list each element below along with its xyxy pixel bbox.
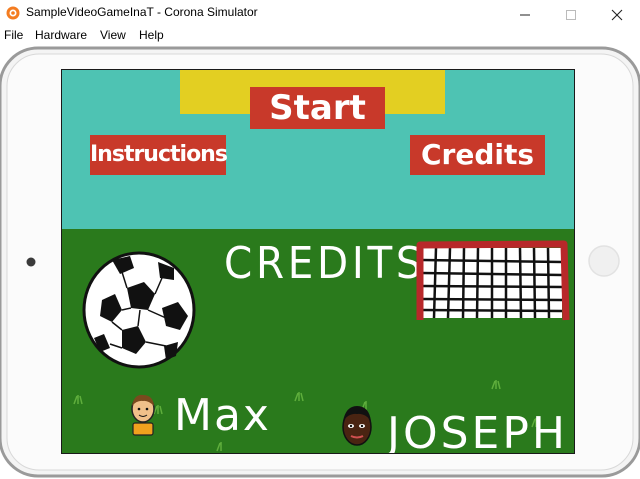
minimize-button[interactable] bbox=[502, 0, 548, 27]
menu-help[interactable]: Help bbox=[139, 28, 164, 42]
credits-button[interactable]: Credits bbox=[410, 135, 545, 175]
maximize-icon bbox=[566, 9, 576, 20]
menu-bar: File Hardware View Help bbox=[0, 27, 640, 46]
window-title: SampleVideoGameInaT - Corona Simulator bbox=[26, 5, 258, 19]
menu-hardware[interactable]: Hardware bbox=[35, 28, 87, 42]
soccer-ball-icon bbox=[82, 251, 196, 369]
corona-app-icon bbox=[6, 6, 20, 20]
person-name-max: Max bbox=[174, 390, 271, 441]
maximize-button[interactable] bbox=[548, 0, 594, 27]
avatar-max bbox=[131, 394, 155, 436]
person-name-joseph: JOSEPH bbox=[387, 408, 568, 454]
avatar-joseph bbox=[342, 406, 372, 446]
start-button[interactable]: Start bbox=[250, 87, 385, 129]
menu-view[interactable]: View bbox=[100, 28, 126, 42]
credits-heading: CREDITS bbox=[224, 238, 426, 289]
game-screen: Start Instructions Credits CREDITS Max J… bbox=[61, 69, 575, 454]
close-icon bbox=[611, 9, 623, 20]
close-button[interactable] bbox=[594, 0, 640, 27]
front-camera-icon bbox=[26, 257, 36, 267]
window-titlebar[interactable]: SampleVideoGameInaT - Corona Simulator bbox=[0, 0, 640, 27]
minimize-icon bbox=[520, 14, 530, 16]
menu-file[interactable]: File bbox=[4, 28, 23, 42]
home-button[interactable] bbox=[593, 248, 621, 276]
instructions-button[interactable]: Instructions bbox=[90, 135, 228, 175]
soccer-goal-icon bbox=[416, 240, 570, 321]
